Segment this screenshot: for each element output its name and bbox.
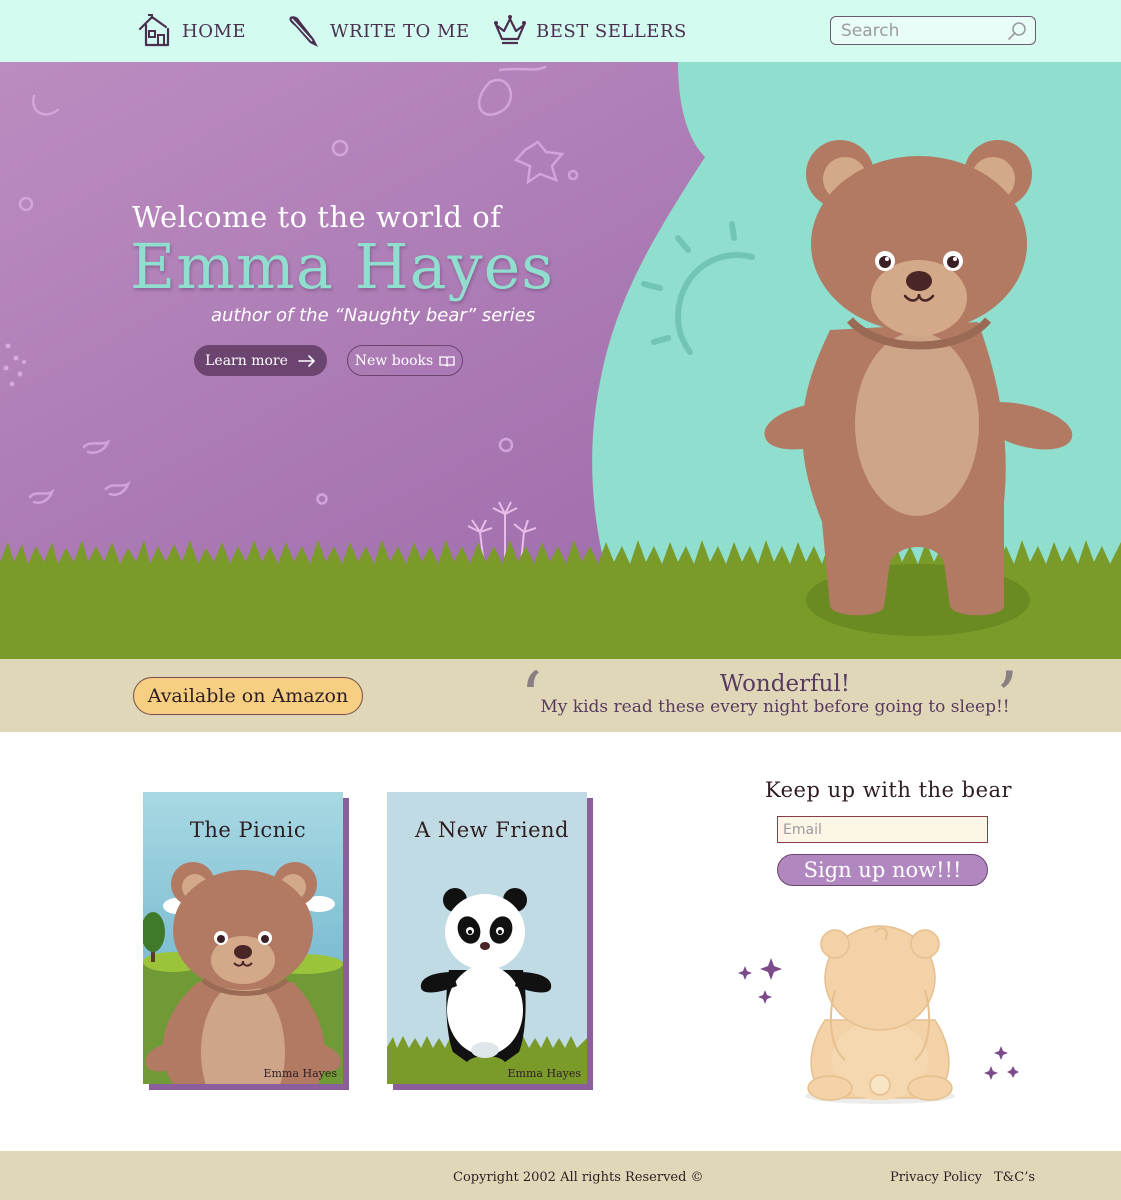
email-field[interactable]: [777, 816, 988, 843]
sign-up-button[interactable]: Sign up now!!!: [777, 854, 988, 886]
sitting-bear-illustration: [738, 925, 1019, 1104]
copyright-text: Copyright 2002 All rights Reserved ©: [453, 1170, 704, 1185]
nav-label-best-sellers: BEST SELLERS: [536, 20, 687, 42]
crown-icon: [494, 15, 526, 45]
nav-item-write-to-me[interactable]: WRITE TO ME: [284, 8, 470, 54]
terms-link[interactable]: T&C’s: [994, 1170, 1035, 1185]
book-author: Emma Hayes: [263, 1067, 337, 1080]
nav-item-best-sellers[interactable]: BEST SELLERS: [490, 8, 687, 54]
privacy-policy-link[interactable]: Privacy Policy: [890, 1170, 982, 1185]
search-input[interactable]: [841, 19, 1001, 43]
book-cover: A New Friend Emma Hayes: [387, 792, 587, 1084]
testimonial-text: My kids read these every night before go…: [540, 697, 1010, 717]
nav-item-home[interactable]: HOME: [136, 8, 246, 54]
book-title: The Picnic: [189, 818, 307, 842]
quill-icon: [289, 16, 318, 47]
house-icon: [138, 14, 170, 47]
hero-subtitle: author of the “Naughty bear” series: [211, 305, 536, 326]
footer: Copyright 2002 All rights Reserved © Pri…: [0, 1151, 1121, 1200]
book-card-a-new-friend[interactable]: A New Friend Emma Hayes: [387, 792, 593, 1090]
top-navigation: HOME WRITE TO ME BEST SELLERS: [0, 0, 1121, 62]
nav-label-home: HOME: [182, 20, 247, 42]
amazon-testimonial-strip: Available on Amazon ‘ Wonderful! My kids…: [0, 657, 1121, 739]
quote-close-icon: ’: [996, 657, 1019, 739]
newsletter-title: Keep up with the bear: [765, 778, 1013, 802]
book-title: A New Friend: [414, 818, 569, 842]
learn-more-button[interactable]: Learn more: [194, 345, 327, 376]
hero-illustration: [0, 62, 1121, 659]
book-icon: [439, 355, 455, 367]
hero-author-name: Emma Hayes: [130, 230, 555, 303]
new-books-label: New books: [354, 352, 434, 369]
book-card-the-picnic[interactable]: The Picnic Emma Hayes: [143, 792, 349, 1090]
book-author: Emma Hayes: [507, 1067, 581, 1080]
search-icon[interactable]: [1007, 21, 1027, 41]
testimonial-title: Wonderful!: [720, 671, 850, 697]
learn-more-label: Learn more: [205, 352, 288, 369]
hero-welcome-text: Welcome to the world of: [132, 200, 502, 234]
available-on-amazon-button[interactable]: Available on Amazon: [133, 677, 363, 715]
search-box: [830, 16, 1036, 45]
book-cover: The Picnic Emma Hayes: [143, 792, 343, 1084]
new-books-button[interactable]: New books: [347, 345, 463, 376]
nav-label-write-to-me: WRITE TO ME: [330, 20, 470, 42]
arrow-right-icon: [298, 354, 315, 367]
quote-open-icon: ‘: [520, 657, 543, 739]
hero-banner: Welcome to the world of Emma Hayes autho…: [0, 62, 1121, 659]
